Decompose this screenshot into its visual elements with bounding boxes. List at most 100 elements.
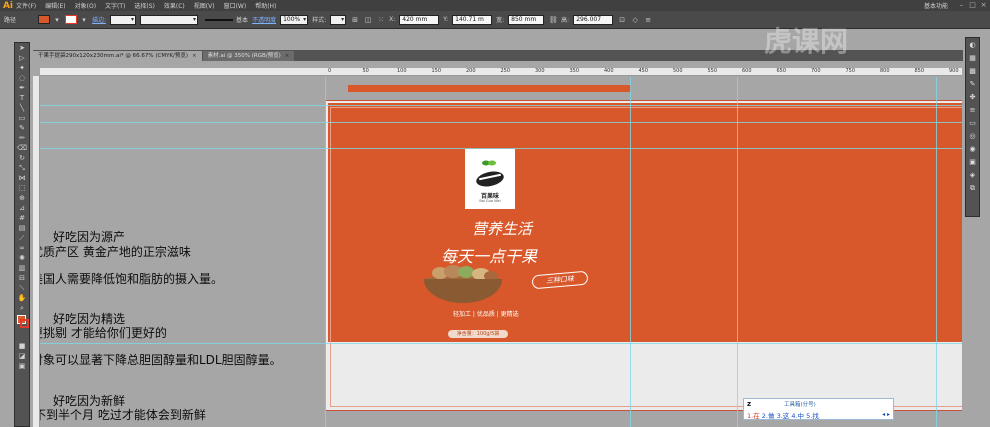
guide-vertical[interactable] [630,77,631,427]
ime-candidate[interactable]: 2.做 [762,412,775,420]
brushes-panel-icon[interactable]: ✎ [966,79,979,90]
rectangle-tool-icon[interactable]: ▭ [15,113,29,123]
menu-type[interactable]: 文字(T) [105,1,125,10]
ime-candidate[interactable]: 4.中 [791,412,804,420]
width-tool-icon[interactable]: ⋈ [15,173,29,183]
menu-effect[interactable]: 效果(C) [164,1,185,10]
horizontal-ruler[interactable]: 0 50 100 150 200 250 300 350 400 450 500 550 600 650 7… [40,68,962,76]
graph-tool-icon[interactable]: ▥ [15,263,29,273]
free-transform-tool-icon[interactable]: ⬚ [15,183,29,193]
net-weight-pill[interactable]: 净含量：100g/5袋 [448,330,508,338]
opacity-field[interactable]: 100% [280,14,309,25]
height-field[interactable]: 296.007 [573,14,614,25]
canvas[interactable]: 百果味 Bai Guo Wei 营养生活 每天一点干果 三种口味 轻加工 | 优… [40,77,962,427]
color-mode-icon[interactable]: ■ [15,341,29,351]
draw-mode-icon[interactable]: ◪ [15,351,29,361]
menu-select[interactable]: 选择(S) [134,1,155,10]
guide-vertical[interactable] [737,77,738,427]
caption-text[interactable]: 优质产区 黄金产地的正宗滋味 [40,243,191,260]
link-proportions-icon[interactable]: ⛓ [548,15,558,25]
guide-horizontal[interactable] [40,343,962,344]
align-icon[interactable]: ⊞ [350,15,360,25]
artboard-tool-icon[interactable]: ⊟ [15,273,29,283]
menu-window[interactable]: 窗口(W) [224,1,247,10]
ime-candidate-window[interactable]: z 工具箱(分号) 1.在 2.做 3.这 4.中 5.找 ◂ ▸ [743,398,894,420]
y-field[interactable]: 140.71 m [452,14,493,25]
slogan-line-2[interactable]: 每天一点干果 [441,243,537,267]
ime-candidate[interactable]: 3.这 [777,412,790,420]
stroke-color-box[interactable] [20,319,29,328]
workspace-switcher[interactable]: 基本功能 [924,1,948,10]
close-icon[interactable]: × [979,1,988,9]
guide-vertical[interactable] [325,77,326,427]
gradient-panel-icon[interactable]: ▭ [966,118,979,129]
scale-tool-icon[interactable]: ⤡ [15,163,29,173]
caption-text[interactable]: 美国人需要降低饱和脂肪的摄入量。 [40,270,223,287]
zoom-tool-icon[interactable]: ⌕ [15,303,29,313]
ime-toolbox-hint[interactable]: 工具箱(分号) [784,400,816,408]
gradient-tool-icon[interactable]: ▤ [15,223,29,233]
symbols-panel-icon[interactable]: ✤ [966,92,979,103]
type-tool-icon[interactable]: T [15,93,29,103]
menu-help[interactable]: 帮助(H) [255,1,276,10]
maximize-icon[interactable]: □ [968,1,977,9]
pencil-tool-icon[interactable]: ✏ [15,133,29,143]
menu-object[interactable]: 对象(O) [75,1,96,10]
brand-logo-card[interactable]: 百果味 Bai Guo Wei [465,149,515,209]
tab-close-icon[interactable]: × [285,53,290,59]
hand-tool-icon[interactable]: ✋ [15,293,29,303]
line-tool-icon[interactable]: ╲ [15,103,29,113]
top-color-strip[interactable] [348,85,631,92]
swatches-panel-icon[interactable]: ▩ [966,66,979,77]
ime-page-arrows-icon[interactable]: ◂ ▸ [882,411,890,418]
shape-builder-tool-icon[interactable]: ⊕ [15,193,29,203]
slogan-line-1[interactable]: 营养生活 [472,218,532,239]
nut-bowl-image[interactable] [424,265,502,303]
opacity-label[interactable]: 不透明度 [252,15,276,24]
color-guide-icon[interactable]: ▦ [966,53,979,64]
paintbrush-tool-icon[interactable]: ✎ [15,123,29,133]
graphic-styles-panel-icon[interactable]: ▣ [966,157,979,168]
graphic-style-dropdown[interactable] [330,14,347,25]
pen-tool-icon[interactable]: ✒ [15,83,29,93]
transparency-panel-icon[interactable]: ◎ [966,131,979,142]
guide-horizontal[interactable] [40,122,962,123]
appearance-panel-icon[interactable]: ◉ [966,144,979,155]
stroke-panel-icon[interactable]: ≡ [966,105,979,116]
selection-tool-icon[interactable]: ➤ [15,43,29,53]
slice-tool-icon[interactable]: ⟍ [15,283,29,293]
width-field[interactable]: 850 mm [508,14,545,25]
menu-file[interactable]: 文件(F) [16,1,36,10]
fill-stroke-indicator[interactable] [15,313,29,341]
color-panel-icon[interactable]: ◐ [966,40,979,51]
features-line[interactable]: 轻加工 | 优品质 | 更精选 [453,309,519,318]
tab-close-icon[interactable]: × [192,53,197,59]
screen-mode-icon[interactable]: ▣ [15,361,29,371]
tab-document-material[interactable]: 素材.ai @ 350% (RGB/预览) × [202,51,295,61]
ime-candidate[interactable]: 5.找 [806,412,819,420]
brush-style-label[interactable]: 基本 [236,15,248,24]
stroke-label[interactable]: 描边: [92,15,106,24]
menu-flyout-icon[interactable]: ≡ [643,15,653,25]
variable-width-dropdown[interactable] [140,14,199,25]
stroke-swatch[interactable] [65,15,78,24]
fill-dropdown-icon[interactable]: ▾ [52,15,62,25]
menu-view[interactable]: 视图(V) [194,1,215,10]
eraser-tool-icon[interactable]: ⌫ [15,143,29,153]
caption-text[interactable]: 加工不到半个月 吃过才能体会到新鲜 [40,406,206,423]
stroke-dropdown-icon[interactable]: ▾ [79,15,89,25]
shape-icon[interactable]: ◇ [630,15,640,25]
mesh-tool-icon[interactable]: # [15,213,29,223]
transform-icon[interactable]: ◫ [363,15,373,25]
lasso-tool-icon[interactable]: ◌ [15,73,29,83]
symbol-sprayer-tool-icon[interactable]: ✺ [15,253,29,263]
layers-panel-icon[interactable]: ◈ [966,170,979,181]
x-field[interactable]: 420 mm [399,14,440,25]
minimize-icon[interactable]: – [957,1,966,9]
vertical-ruler[interactable] [33,76,40,427]
guide-horizontal[interactable] [40,105,962,106]
caption-text[interactable]: 对象可以显著下降总胆固醇量和LDL胆固醇量。 [40,351,282,368]
ime-candidate[interactable]: 1.在 [747,412,760,420]
transform-panel-icon[interactable]: ⊡ [617,15,627,25]
reference-point-icon[interactable]: ⁙ [376,15,386,25]
